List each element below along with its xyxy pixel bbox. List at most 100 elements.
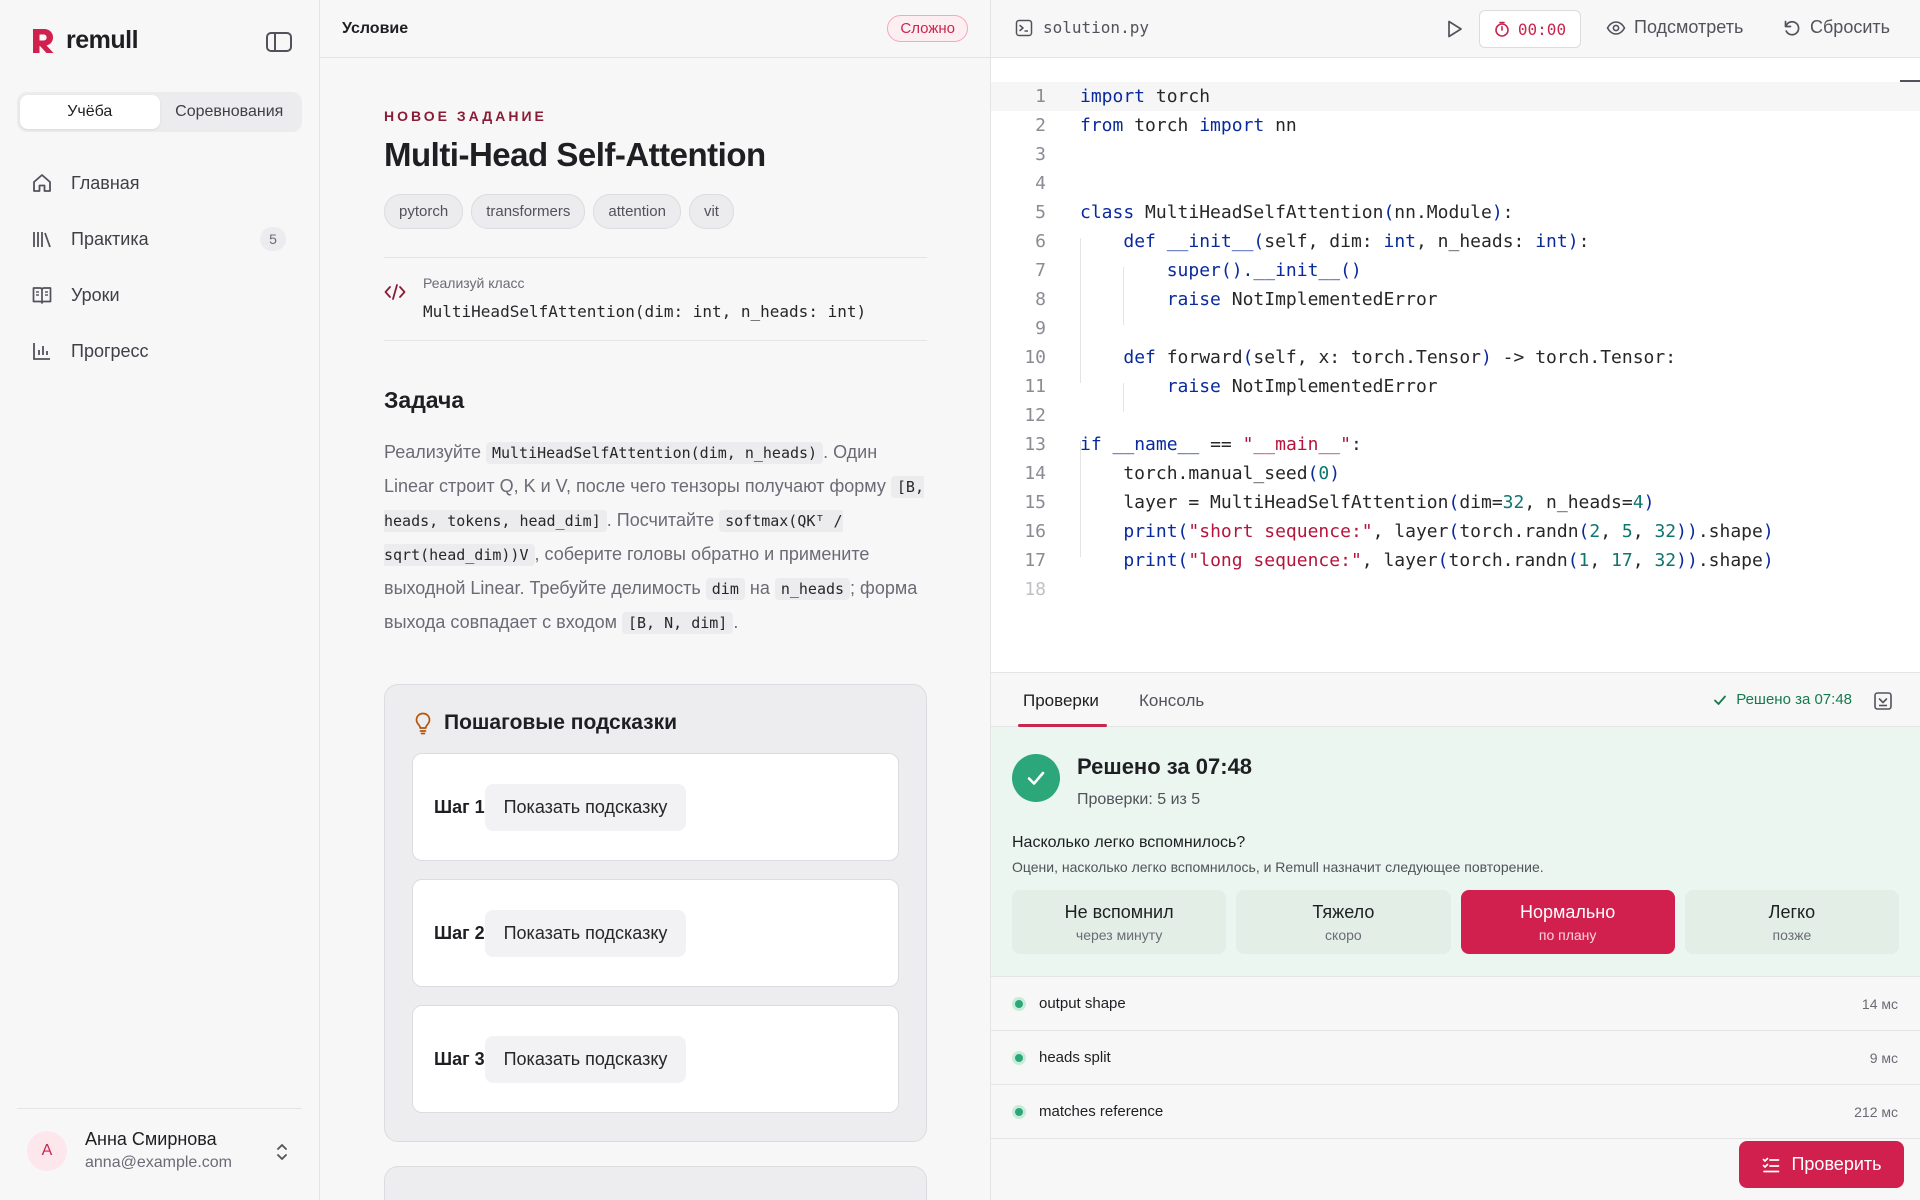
mode-study-tab[interactable]: Учёба [20,95,160,129]
code-text: print("long sequence:", layer(torch.rand… [1123,550,1774,571]
code-text: torch.manual_seed(0) [1080,463,1341,484]
inline-code: [B, N, dim] [622,612,734,634]
task-heading: Задача [384,387,465,413]
line-number: 11 [1024,376,1046,397]
app-logo[interactable]: remull [30,26,139,55]
scroll-indicator[interactable] [1900,80,1920,82]
line-number: 13 [1024,434,1046,455]
code-text: print("short sequence:", layer(torch.ran… [1123,521,1774,542]
line-number: 1 [1035,86,1046,107]
sidebar: remull Учёба Соревнования Главная Практи… [0,0,320,1200]
preview-button[interactable]: Подсмотреть [1606,17,1743,38]
inline-code: dim [705,578,745,600]
hint-step: Шаг 1 Показать подсказку [412,753,899,861]
sidebar-item-label: Главная [71,172,140,193]
sidebar-item-progress[interactable]: Прогресс [17,323,302,379]
code-text: from torch import nn [1080,115,1297,136]
show-hint-button[interactable]: Показать подсказку [484,783,687,831]
rating-label: Нормально [1520,901,1616,922]
check-solution-button[interactable]: Проверить [1739,1141,1904,1188]
line-number: 6 [1035,231,1046,252]
code-icon [384,284,406,300]
sidebar-item-lessons[interactable]: Уроки [17,267,302,323]
test-row[interactable]: matches reference 212 мс [991,1085,1920,1139]
chart-icon [33,343,50,360]
problem-panel: Условие Сложно НОВОЕ ЗАДАНИЕ Multi-Head … [320,0,991,1200]
editor-toolbar: solution.py 00:00 Подсмотреть Сбросить [991,0,1920,58]
sidebar-toggle-icon[interactable] [265,30,293,54]
line-number: 7 [1035,260,1046,281]
user-menu[interactable]: A Анна Смирнова anna@example.com [17,1108,302,1192]
code-editor[interactable]: 1 import torch 2 from torch import nn 3 4 … [991,58,1920,672]
test-duration: 212 мс [1854,1103,1898,1120]
code-line: 13 if __name__ == "__main__": [991,430,1920,459]
line-number: 14 [1024,463,1046,484]
code-line: 10 def forward(self, x: torch.Tensor) ->… [991,343,1920,372]
test-duration: 9 мс [1869,1049,1898,1066]
problem-content: НОВОЕ ЗАДАНИЕ Multi-Head Self-Attention … [384,58,927,1200]
collapse-panel-icon[interactable] [1873,691,1893,711]
desc-text: Реализуйте [384,442,486,462]
tag[interactable]: transformers [471,194,586,229]
user-email: anna@example.com [85,1154,232,1171]
file-tab[interactable]: solution.py [1015,18,1149,37]
book-icon [32,287,52,304]
timer[interactable]: 00:00 [1479,10,1581,48]
result-subtitle: Проверки: 5 из 5 [1077,791,1201,808]
rating-label: Тяжело [1312,901,1375,922]
rating-sublabel: позже [1772,926,1812,943]
library-icon [33,232,51,248]
sidebar-item-home[interactable]: Главная [17,155,302,211]
code-text: super().__init__() [1166,260,1362,281]
sidebar-item-practice[interactable]: Практика 5 [17,211,302,267]
tag[interactable]: pytorch [384,194,464,229]
code-line: 18 [991,575,1920,604]
hint-step: Шаг 2 Показать подсказку [412,879,899,987]
tab-checks[interactable]: Проверки [1023,691,1099,711]
rating-normal-button[interactable]: Нормально по плану [1460,890,1675,954]
reset-button[interactable]: Сбросить [1782,17,1890,38]
rating-easy-button[interactable]: Легко позже [1684,890,1899,954]
sidebar-item-label: Уроки [71,284,120,305]
file-name: solution.py [1043,18,1149,37]
eye-icon [1606,20,1626,35]
signature-code: MultiHeadSelfAttention(dim: int, n_heads… [423,302,867,321]
check-icon [1714,695,1727,705]
stopwatch-icon [1495,21,1509,37]
test-row[interactable]: heads split 9 мс [991,1031,1920,1085]
line-number: 2 [1035,115,1046,136]
rating-forgot-button[interactable]: Не вспомнил через минуту [1012,890,1227,954]
play-icon[interactable] [1443,18,1465,40]
rating-sublabel: скоро [1325,926,1362,943]
code-line: 4 [991,169,1920,198]
user-info: Анна Смирнова anna@example.com [85,1129,232,1172]
test-name: matches reference [1039,1103,1164,1120]
show-hint-button[interactable]: Показать подсказку [484,909,687,957]
editor-panel: solution.py 00:00 Подсмотреть Сбросить 1… [991,0,1920,1200]
recall-question: Насколько легко вспомнилось? [1012,834,1246,851]
result-title: Решено за 07:48 [1077,754,1253,779]
signature-block: Реализуй класс MultiHeadSelfAttention(di… [384,257,927,341]
mode-competitions-tab[interactable]: Соревнования [160,95,300,129]
task-description: Реализуйте MultiHeadSelfAttention(dim, n… [384,436,927,640]
code-line: 8 raise NotImplementedError [991,285,1920,314]
hints-title: Пошаговые подсказки [444,711,678,734]
chevron-updown-icon [277,1144,287,1160]
test-row[interactable]: output shape 14 мс [991,977,1920,1031]
difficulty-badge: Сложно [887,15,968,42]
reset-label: Сбросить [1810,17,1891,37]
tag[interactable]: vit [688,194,734,229]
rating-label: Не вспомнил [1064,901,1174,922]
code-text: def __init__(self, dim: int, n_heads: in… [1123,231,1590,252]
tag[interactable]: attention [593,194,681,229]
tab-console[interactable]: Консоль [1139,691,1204,711]
next-card [384,1166,927,1200]
rating-hard-button[interactable]: Тяжело скоро [1236,890,1451,954]
success-icon [1012,754,1060,802]
line-number: 16 [1024,521,1046,542]
line-number: 17 [1024,550,1046,571]
check-solution-label: Проверить [1791,1154,1882,1174]
code-text: raise NotImplementedError [1166,376,1438,397]
checkmark-icon [1027,771,1045,785]
show-hint-button[interactable]: Показать подсказку [484,1035,687,1083]
